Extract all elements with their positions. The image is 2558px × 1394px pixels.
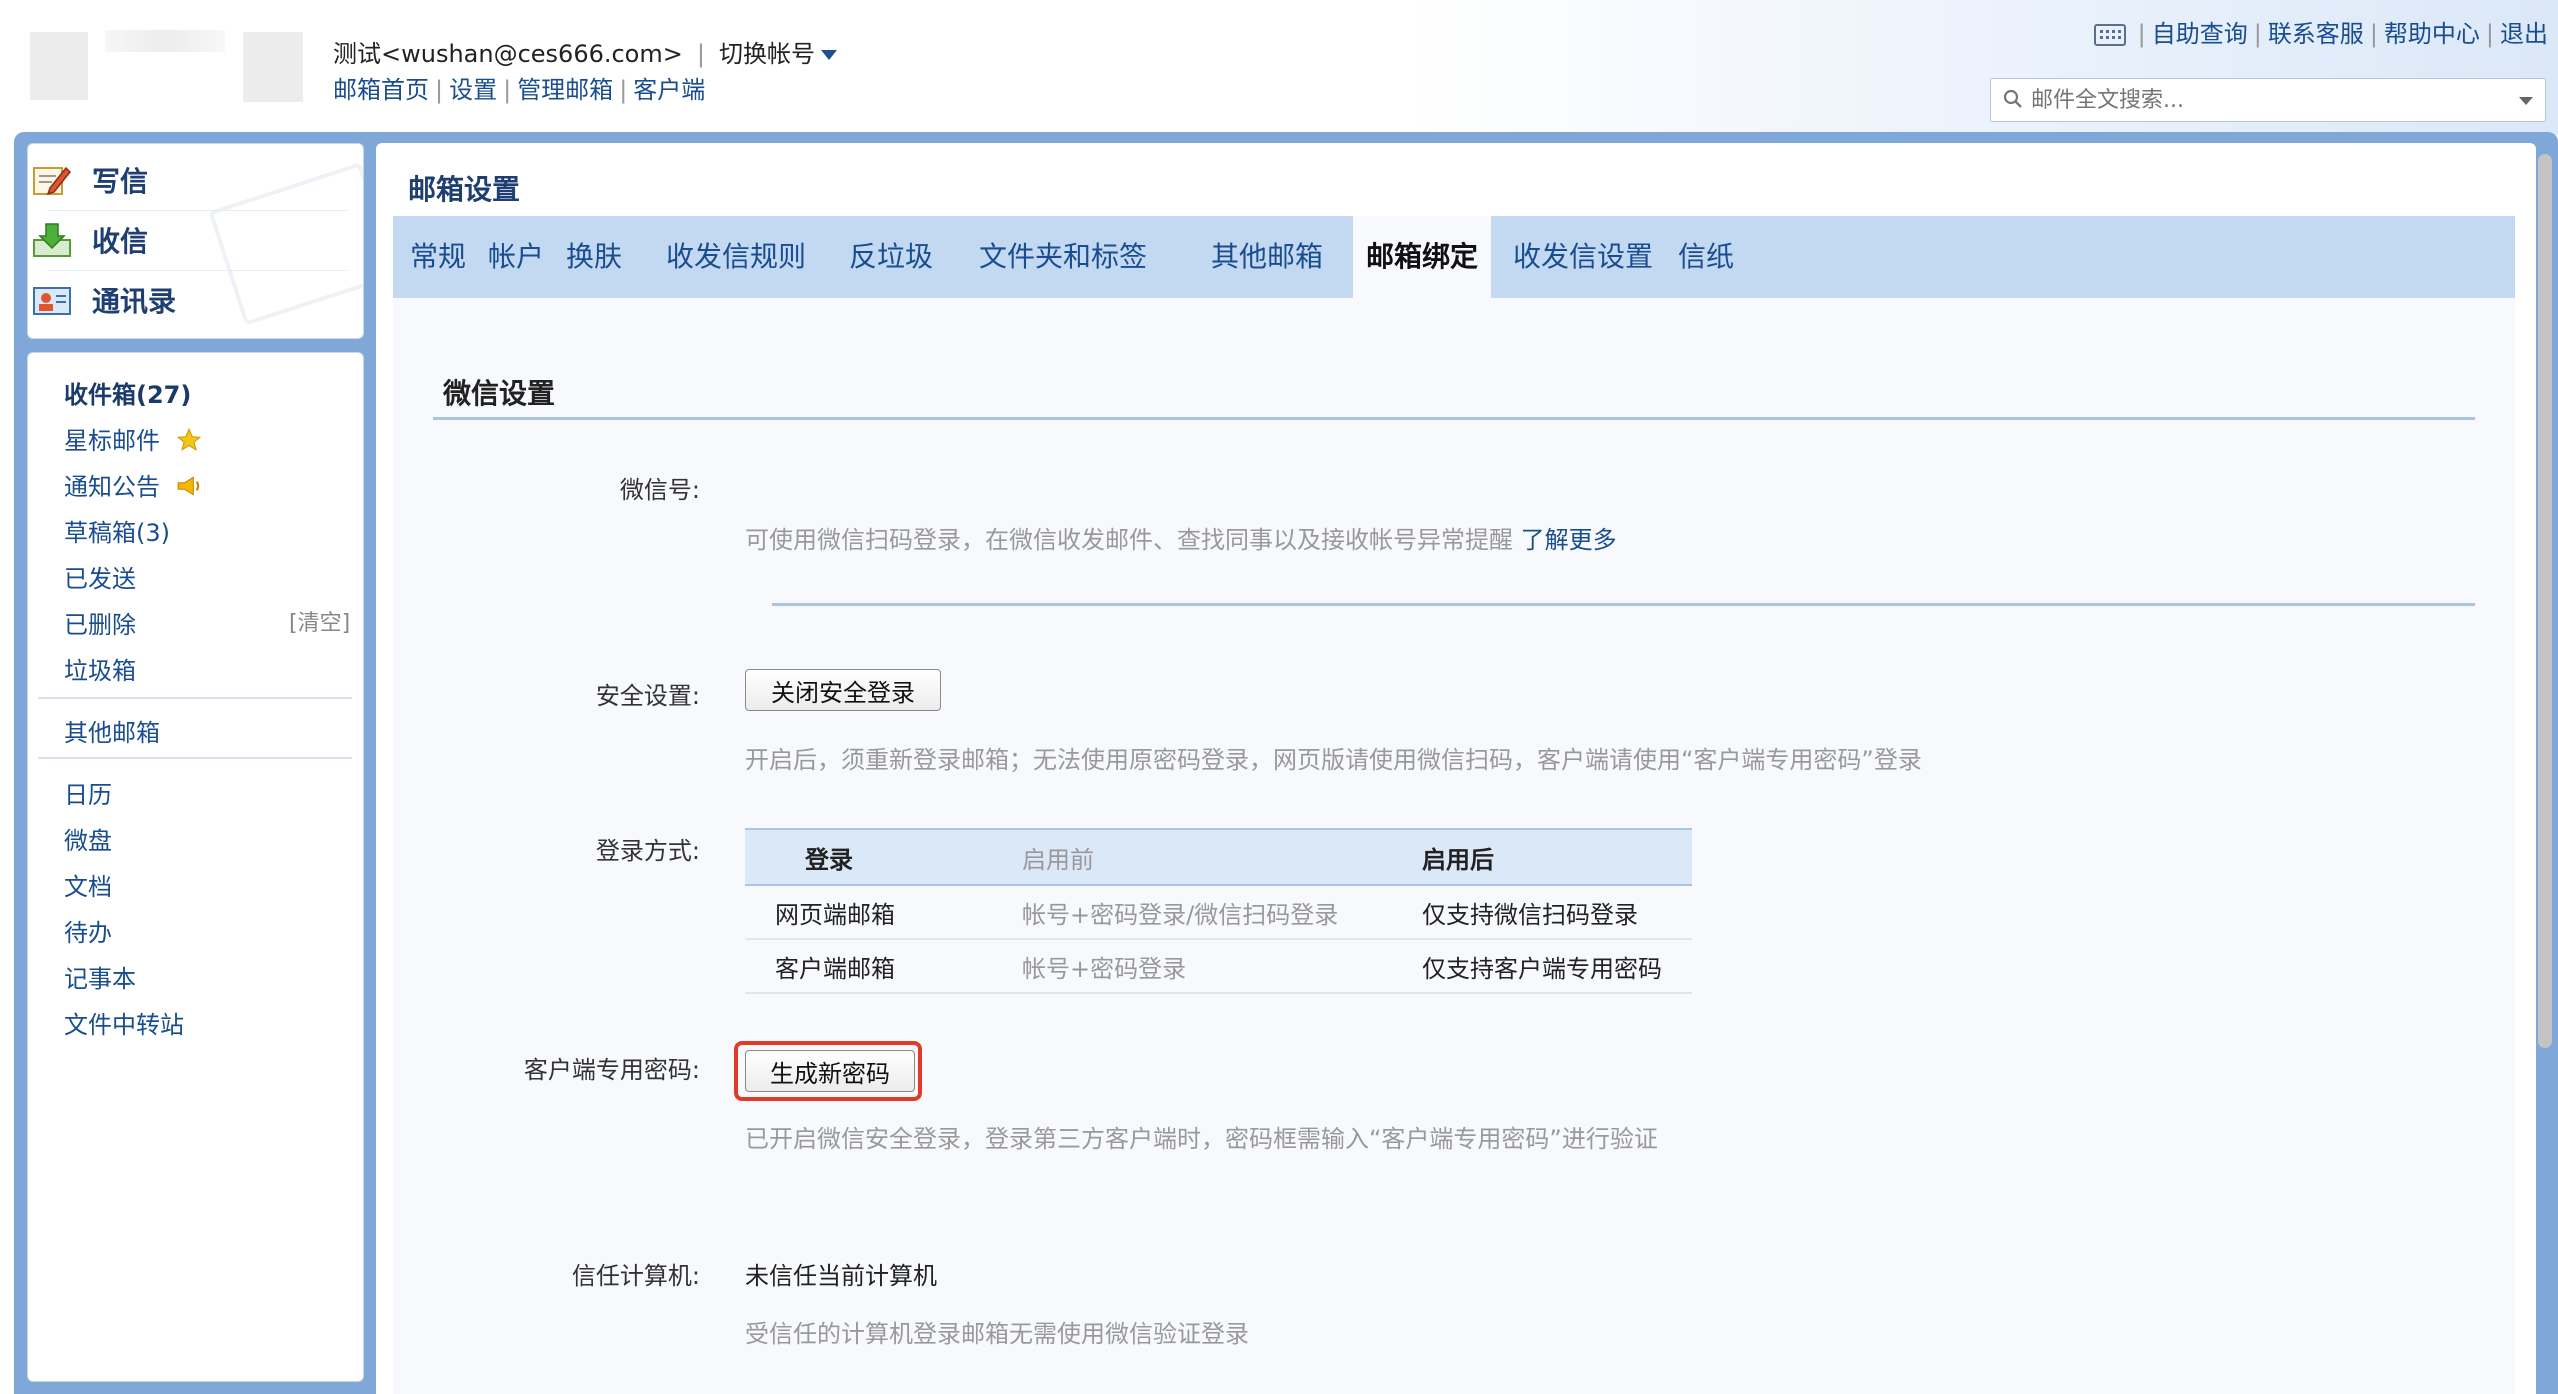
keyboard-icon[interactable]: [2093, 24, 2126, 46]
tab-account[interactable]: 帐户: [483, 216, 549, 298]
folder-sent[interactable]: 已发送: [64, 559, 136, 594]
manage-mailbox-link[interactable]: 管理邮箱: [517, 76, 613, 104]
write-pencil-icon: [33, 166, 72, 196]
app-file-transfer[interactable]: 文件中转站: [64, 1005, 184, 1040]
client-link[interactable]: 客户端: [633, 76, 705, 104]
table-cell: 网页端邮箱: [745, 885, 1022, 940]
section-divider: [433, 417, 2475, 420]
security-hint: 开启后，须重新登录邮箱；无法使用原密码登录，网页版请使用微信扫码，客户端请使用“…: [745, 746, 1922, 774]
trusted-computer-value: 未信任当前计算机: [745, 1262, 937, 1290]
download-inbox-icon: [33, 223, 71, 257]
star-icon: [176, 427, 201, 451]
wechat-hint: 可使用微信扫码登录，在微信收发邮件、查找同事以及接收帐号异常提醒 了解更多: [745, 526, 1617, 554]
account-line: 测试<wushan@ces666.com> | 切换帐号: [333, 34, 837, 69]
company-logo: [30, 32, 88, 100]
search-icon: [2003, 89, 2022, 108]
compose-button[interactable]: 写信: [32, 158, 148, 202]
table-cell: 仅支持微信扫码登录: [1422, 885, 1692, 940]
folder-deleted[interactable]: 已删除: [64, 605, 136, 640]
divider: [47, 270, 347, 271]
wechat-id-label: 微信号:: [619, 476, 700, 504]
tab-send-receive[interactable]: 收发信设置: [1503, 216, 1663, 298]
tab-mail-rules[interactable]: 收发信规则: [641, 216, 831, 298]
table-header: 启用后: [1422, 828, 1692, 886]
table-header: 登录: [745, 828, 1022, 886]
header-nav: 邮箱首页 | 设置 | 管理邮箱 | 客户端: [333, 76, 706, 104]
table-cell: 帐号+密码登录: [1022, 939, 1422, 994]
folder-other-mailboxes[interactable]: 其他邮箱: [64, 713, 160, 748]
app-docs[interactable]: 文档: [64, 867, 112, 902]
utility-nav: | 自助查询 | 联系客服 | 帮助中心 | 退出: [2093, 14, 2548, 49]
folder-inbox[interactable]: 收件箱(27): [64, 375, 191, 410]
divider: [47, 210, 347, 211]
trusted-computer-hint: 受信任的计算机登录邮箱无需使用微信验证登录: [745, 1320, 1249, 1348]
logo-text-blurred: [105, 30, 225, 52]
divider: [38, 697, 352, 699]
account-display: 测试<wushan@ces666.com>: [333, 40, 683, 68]
row-divider: [772, 603, 2475, 606]
highlight-annotation: [734, 1041, 922, 1101]
contacts-card-icon: [33, 287, 71, 315]
chevron-down-icon: [820, 50, 837, 60]
contacts-button[interactable]: 通讯录: [32, 278, 176, 322]
receive-button[interactable]: 收信: [32, 218, 148, 262]
logout-link[interactable]: 退出: [2500, 20, 2548, 48]
settings-link[interactable]: 设置: [449, 76, 497, 104]
self-service-link[interactable]: 自助查询: [2152, 20, 2248, 48]
switch-account-button[interactable]: 切换帐号: [719, 40, 837, 68]
app-calendar[interactable]: 日历: [64, 775, 112, 810]
folder-drafts[interactable]: 草稿箱(3): [64, 513, 170, 548]
login-method-table: 登录 启用前 启用后 网页端邮箱 帐号+密码登录/微信扫码登录 仅支持微信扫码登…: [745, 828, 1692, 994]
customer-service-link[interactable]: 联系客服: [2268, 20, 2364, 48]
tab-mailbox-binding[interactable]: 邮箱绑定: [1353, 216, 1491, 298]
tab-anti-spam[interactable]: 反垃圾: [843, 216, 939, 298]
table-row: 网页端邮箱 帐号+密码登录/微信扫码登录 仅支持微信扫码登录: [745, 885, 1692, 940]
learn-more-link[interactable]: 了解更多: [1521, 526, 1617, 554]
client-password-label: 客户端专用密码:: [523, 1056, 700, 1084]
clear-trash-link[interactable]: [清空]: [289, 605, 350, 637]
table-cell: 帐号+密码登录/微信扫码登录: [1022, 885, 1422, 940]
table-header: 启用前: [1022, 828, 1422, 886]
search-input[interactable]: [2031, 85, 2501, 115]
section-title: 微信设置: [443, 377, 556, 410]
settings-tabs: 常规 帐户 换肤 收发信规则 反垃圾 文件夹和标签 其他邮箱 邮箱绑定 收发信设…: [393, 216, 2515, 298]
company-logo-secondary: [243, 32, 303, 102]
tab-skin[interactable]: 换肤: [561, 216, 627, 298]
table-cell: 仅支持客户端专用密码: [1422, 939, 1692, 994]
tab-folders-labels[interactable]: 文件夹和标签: [953, 216, 1173, 298]
app-disk[interactable]: 微盘: [64, 821, 112, 856]
tab-other-mailboxes[interactable]: 其他邮箱: [1187, 216, 1347, 298]
mailbox-home-link[interactable]: 邮箱首页: [333, 76, 429, 104]
security-label: 安全设置:: [595, 682, 700, 710]
app-notes[interactable]: 记事本: [64, 959, 136, 994]
search-dropdown-icon[interactable]: [2519, 97, 2533, 105]
page-title: 邮箱设置: [408, 173, 521, 206]
client-password-hint: 已开启微信安全登录，登录第三方客户端时，密码框需输入“客户端专用密码”进行验证: [745, 1125, 1658, 1153]
table-row: 客户端邮箱 帐号+密码登录 仅支持客户端专用密码: [745, 939, 1692, 994]
folder-spam[interactable]: 垃圾箱: [64, 651, 136, 686]
trusted-computer-label: 信任计算机:: [571, 1262, 700, 1290]
envelope-watermark-icon: [208, 162, 363, 326]
folder-notices[interactable]: 通知公告: [64, 467, 202, 502]
megaphone-icon: [177, 476, 199, 496]
tab-general[interactable]: 常规: [405, 216, 471, 298]
disable-secure-login-button[interactable]: 关闭安全登录: [745, 669, 941, 711]
table-header-row: 登录 启用前 启用后: [745, 828, 1692, 886]
folder-starred[interactable]: 星标邮件: [64, 421, 202, 456]
tab-stationery[interactable]: 信纸: [1673, 216, 1739, 298]
scrollbar[interactable]: [2538, 154, 2552, 1048]
app-todo[interactable]: 待办: [64, 913, 112, 948]
search-box[interactable]: [1990, 78, 2546, 122]
help-center-link[interactable]: 帮助中心: [2384, 20, 2480, 48]
divider: [38, 757, 352, 759]
table-cell: 客户端邮箱: [745, 939, 1022, 994]
login-method-label: 登录方式:: [595, 837, 700, 865]
